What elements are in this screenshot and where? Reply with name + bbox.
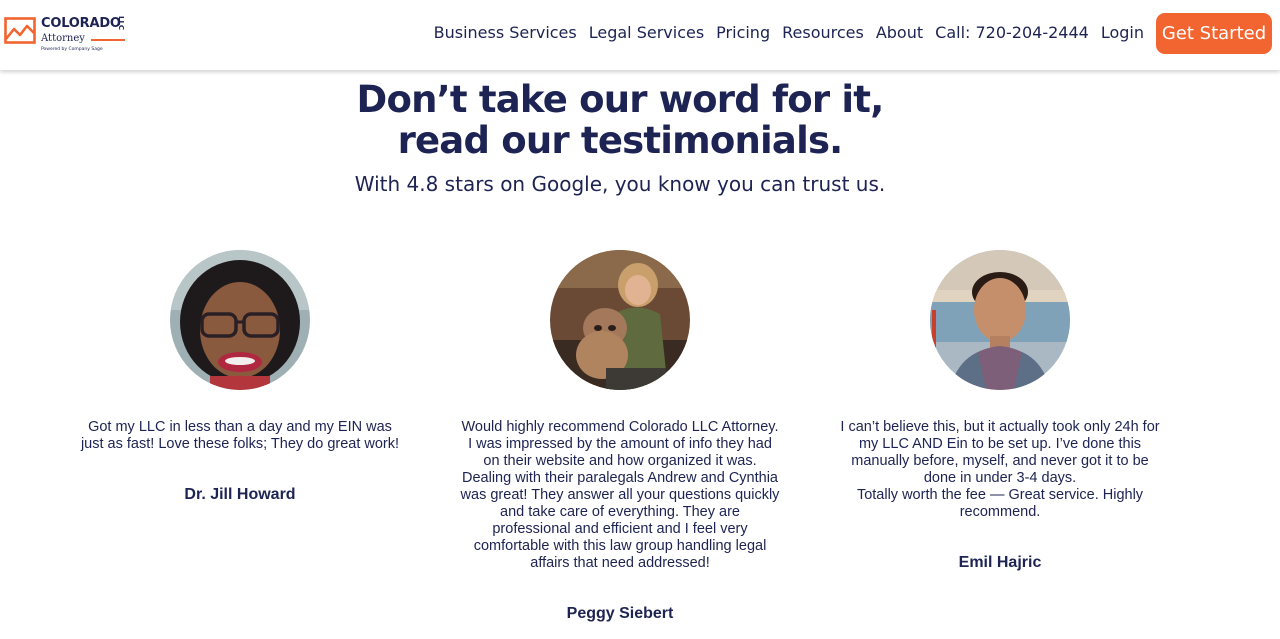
nav-pricing[interactable]: Pricing [716,23,770,42]
avatar [550,250,690,390]
avatar [930,250,1070,390]
avatar [170,250,310,390]
testimonial-quote: Would highly recommend Colorado LLC Atto… [460,419,780,571]
nav-legal-services[interactable]: Legal Services [589,23,704,42]
testimonial-card: Would highly recommend Colorado LLC Atto… [460,250,780,623]
site-header: COLORADO LLC Attorney Powered by Company… [0,0,1280,70]
logo-brand-text: COLORADO [41,16,121,31]
get-started-button[interactable]: Get Started [1156,13,1272,54]
nav-business-services[interactable]: Business Services [434,23,577,42]
logo-subtitle: Attorney [41,33,85,44]
testimonial-card: Got my LLC in less than a day and my EIN… [80,250,400,504]
logo-powered-by: Powered by Company Sage [41,47,103,52]
person-photo-icon [930,250,1070,390]
headline-line-1: Don’t take our word for it, [356,78,885,121]
testimonial-quote-paragraph: I can’t believe this, but it actually to… [840,419,1160,486]
site-logo[interactable]: COLORADO LLC Attorney Powered by Company… [4,14,128,56]
page-subtitle: With 4.8 stars on Google, you know you c… [354,172,886,196]
testimonial-author: Peggy Siebert [566,605,674,622]
nav-resources[interactable]: Resources [782,23,864,42]
nav-about[interactable]: About [876,23,923,42]
testimonial-author: Emil Hajric [958,554,1042,571]
main-nav: Business Services Legal Services Pricing… [434,23,1144,42]
testimonial-quote: Got my LLC in less than a day and my EIN… [80,419,400,452]
nav-call-phone[interactable]: Call: 720-204-2444 [935,23,1089,42]
nav-login[interactable]: Login [1101,23,1144,42]
logo-underline [91,39,125,41]
headline-line-2: read our testimonials. [397,119,844,162]
testimonial-quote-paragraph: Totally worth the fee — Great service. H… [856,487,1144,520]
person-photo-icon [170,250,310,390]
mountain-logo-icon [4,17,36,44]
testimonial-card: I can’t believe this, but it actually to… [840,250,1160,572]
testimonial-author: Dr. Jill Howard [184,486,296,503]
testimonial-quote: I can’t believe this, but it actually to… [840,419,1160,521]
person-with-dog-photo-icon [550,250,690,390]
page-title: Don’t take our word for it, read our tes… [0,79,1240,161]
logo-llc-text: LLC [117,16,125,31]
